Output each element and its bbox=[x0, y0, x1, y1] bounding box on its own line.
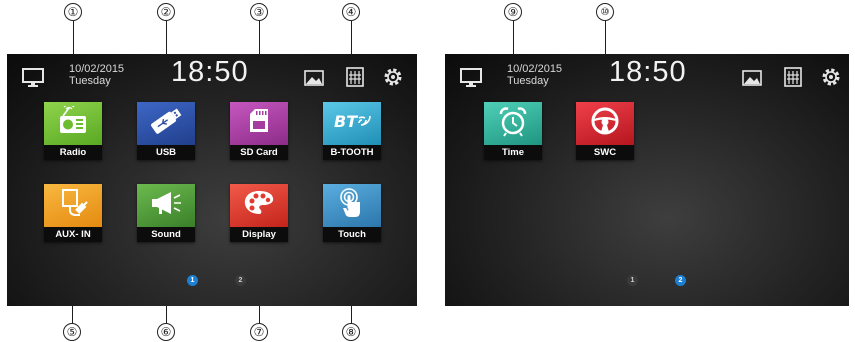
bluetooth-icon: BT bbox=[332, 109, 372, 138]
tile-label: USB bbox=[137, 145, 195, 160]
callout-6: ⑥ bbox=[157, 323, 175, 341]
callout-4: ④ bbox=[342, 3, 360, 21]
radio-icon bbox=[57, 104, 89, 141]
tile-sound[interactable]: Sound bbox=[137, 184, 195, 242]
callout-1: ① bbox=[64, 3, 82, 21]
keypad-icon[interactable] bbox=[784, 67, 802, 92]
tile-swc[interactable]: SWC bbox=[576, 102, 634, 160]
clock-time: 18:50 bbox=[609, 56, 687, 88]
steering-wheel-icon bbox=[589, 105, 621, 142]
keypad-icon[interactable] bbox=[346, 67, 364, 92]
tile-aux-in[interactable]: AUX- IN bbox=[44, 184, 102, 242]
clock-time: 18:50 bbox=[171, 56, 249, 88]
tile-bluetooth[interactable]: BT B-TOOTH bbox=[323, 102, 381, 160]
tile-label: Sound bbox=[137, 227, 195, 242]
tile-label: Display bbox=[230, 227, 288, 242]
megaphone-icon bbox=[149, 189, 183, 222]
gear-icon[interactable] bbox=[821, 67, 841, 92]
callout-8: ⑧ bbox=[342, 323, 360, 341]
tile-display[interactable]: Display bbox=[230, 184, 288, 242]
tile-label: SD Card bbox=[230, 145, 288, 160]
callout-2: ② bbox=[157, 3, 175, 21]
aux-in-icon bbox=[58, 187, 88, 224]
touch-icon bbox=[337, 187, 367, 224]
svg-text:BT: BT bbox=[334, 112, 358, 131]
callout-9: ⑨ bbox=[504, 3, 522, 21]
day-text: Tuesday bbox=[69, 75, 111, 87]
callout-10: ⑩ bbox=[596, 3, 614, 21]
callout-3: ③ bbox=[250, 3, 268, 21]
sd-card-icon bbox=[245, 105, 273, 142]
tile-label: B-TOOTH bbox=[323, 145, 381, 160]
tile-time[interactable]: Time bbox=[484, 102, 542, 160]
page-indicator-1[interactable]: 1 bbox=[627, 275, 638, 286]
home-screen-page-2: 10/02/2015 Tuesday 18:50 Time SWC 1 2 bbox=[445, 54, 849, 306]
callout-7: ⑦ bbox=[250, 323, 268, 341]
tile-sd-card[interactable]: SD Card bbox=[230, 102, 288, 160]
monitor-icon[interactable] bbox=[22, 68, 44, 93]
tile-radio[interactable]: Radio bbox=[44, 102, 102, 160]
page-indicator-2[interactable]: 2 bbox=[675, 275, 686, 286]
palette-icon bbox=[242, 188, 276, 223]
tile-label: Touch bbox=[323, 227, 381, 242]
tile-label: Radio bbox=[44, 145, 102, 160]
page-indicator-1[interactable]: 1 bbox=[187, 275, 198, 286]
tile-usb[interactable]: USB bbox=[137, 102, 195, 160]
tile-label: Time bbox=[484, 145, 542, 160]
usb-icon bbox=[148, 106, 184, 141]
tile-touch[interactable]: Touch bbox=[323, 184, 381, 242]
home-screen-page-1: 10/02/2015 Tuesday 18:50 Radio USB SD Ca… bbox=[7, 54, 417, 306]
date-text: 10/02/2015 bbox=[69, 63, 125, 75]
tile-label: AUX- IN bbox=[44, 227, 102, 242]
alarm-clock-icon bbox=[497, 105, 529, 142]
page-indicator-2[interactable]: 2 bbox=[235, 275, 246, 286]
gear-icon[interactable] bbox=[383, 67, 403, 92]
picture-icon[interactable] bbox=[304, 70, 324, 91]
picture-icon[interactable] bbox=[742, 70, 762, 91]
date-text: 10/02/2015 bbox=[507, 63, 563, 75]
callout-5: ⑤ bbox=[63, 323, 81, 341]
monitor-icon[interactable] bbox=[460, 68, 482, 93]
day-text: Tuesday bbox=[507, 75, 549, 87]
tile-label: SWC bbox=[576, 145, 634, 160]
